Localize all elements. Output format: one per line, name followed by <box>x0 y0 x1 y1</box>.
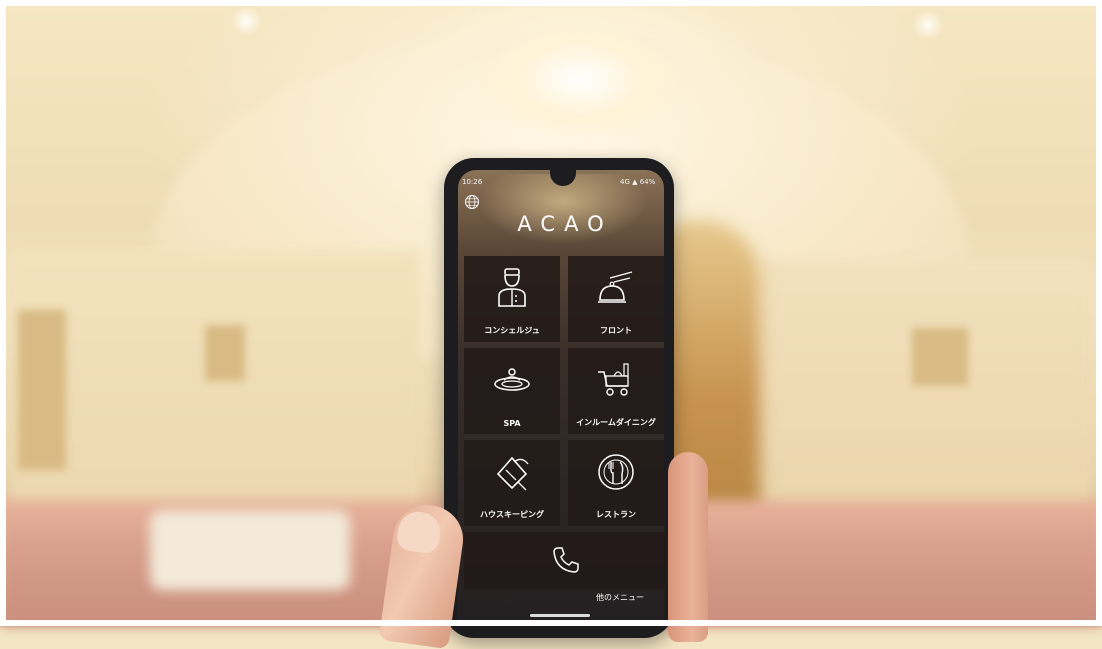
other-menu-link[interactable]: 他のメニュー <box>596 592 644 603</box>
chandelier <box>480 30 680 140</box>
concierge-icon <box>498 268 526 307</box>
tile-label: フロント <box>600 326 632 335</box>
ceiling-light <box>910 12 946 38</box>
wall-frame-right <box>912 328 968 386</box>
wall-frame-center <box>205 325 245 381</box>
call-button[interactable] <box>464 532 666 590</box>
finger <box>668 452 708 642</box>
wall-frame-left <box>18 310 66 470</box>
home-indicator[interactable] <box>530 614 590 617</box>
hotel-logo: ACAO <box>517 212 613 236</box>
housekeeping-tile[interactable]: ハウスキーピング <box>464 440 560 526</box>
tile-label: コンシェルジュ <box>484 326 540 335</box>
tile-label: SPA <box>503 419 521 428</box>
restaurant-tile[interactable]: レストラン <box>568 440 664 526</box>
ceiling-light <box>228 8 264 34</box>
concierge-tile[interactable]: コンシェルジュ <box>464 256 560 342</box>
spa-icon <box>494 368 530 391</box>
room-service-cart-icon <box>598 363 629 396</box>
front-desk-tile[interactable]: フロント <box>568 256 664 342</box>
in-room-dining-tile[interactable]: インルームダイニング <box>568 348 664 434</box>
tile-label: レストラン <box>596 510 636 519</box>
housekeeping-cleaning-icon <box>496 456 529 491</box>
spa-tile[interactable]: SPA <box>464 348 560 434</box>
status-time: 10:26 <box>462 178 483 186</box>
bench <box>150 510 350 590</box>
fork-knife-plate-icon <box>598 454 634 490</box>
globe-icon[interactable] <box>464 194 480 210</box>
tile-label: ハウスキーピング <box>480 510 544 519</box>
phone-icon <box>553 547 579 573</box>
tile-label: インルームダイニング <box>576 418 656 427</box>
status-indicators: 4G ▲ 64% <box>620 178 656 186</box>
cloche-bell-icon <box>598 271 633 303</box>
